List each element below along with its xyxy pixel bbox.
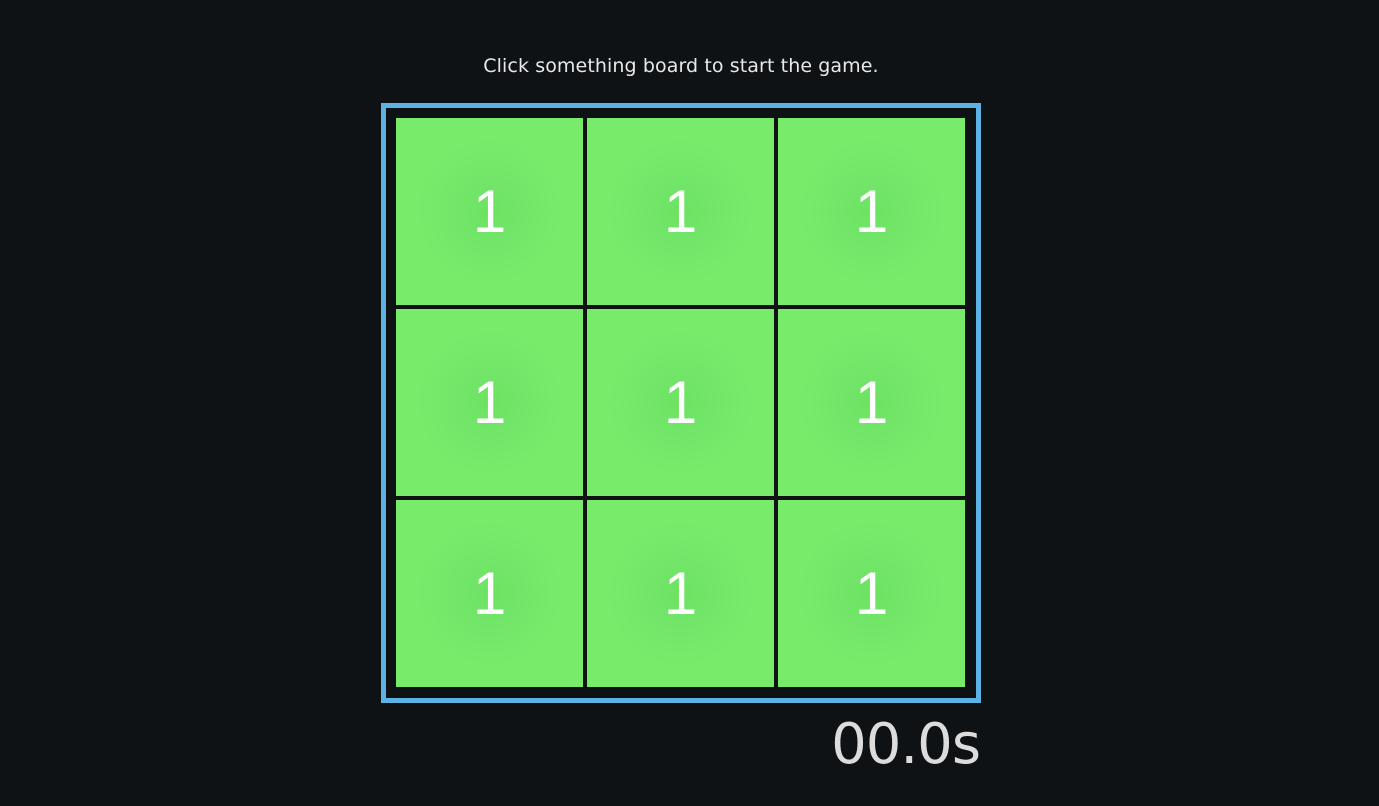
board-cell[interactable]: 1 (587, 309, 774, 496)
board-cell[interactable]: 1 (778, 309, 965, 496)
timer-display: 00.0s (831, 712, 981, 777)
cell-number: 1 (854, 177, 889, 245)
board-cell[interactable]: 1 (778, 500, 965, 687)
board-cell[interactable]: 1 (587, 500, 774, 687)
game-board[interactable]: 1 1 1 1 1 1 1 1 1 (381, 103, 981, 703)
instruction-text: Click something board to start the game. (483, 55, 879, 77)
cell-number: 1 (854, 368, 889, 436)
cell-number: 1 (472, 177, 507, 245)
cell-number: 1 (472, 368, 507, 436)
cell-number: 1 (854, 559, 889, 627)
cell-number: 1 (472, 559, 507, 627)
board-cell[interactable]: 1 (396, 309, 583, 496)
board-cell[interactable]: 1 (396, 118, 583, 305)
cell-number: 1 (663, 368, 698, 436)
board-cell[interactable]: 1 (587, 118, 774, 305)
board-cell[interactable]: 1 (778, 118, 965, 305)
board-grid: 1 1 1 1 1 1 1 1 1 (396, 118, 965, 687)
board-cell[interactable]: 1 (396, 500, 583, 687)
cell-number: 1 (663, 177, 698, 245)
cell-number: 1 (663, 559, 698, 627)
